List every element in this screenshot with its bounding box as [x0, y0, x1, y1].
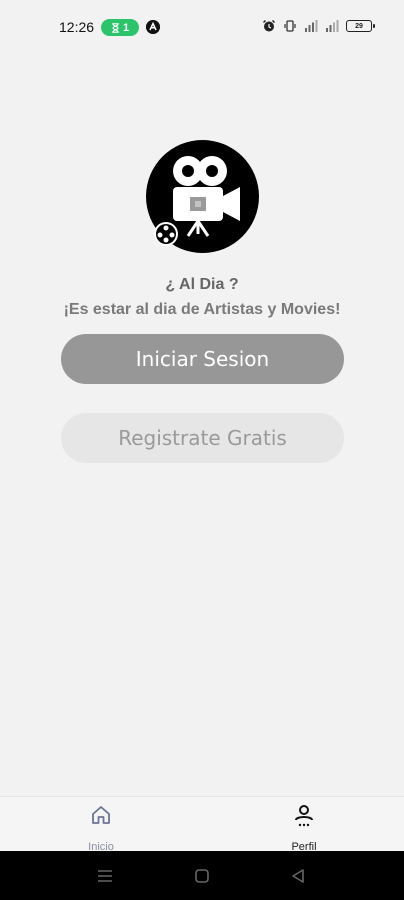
app-logo — [146, 140, 259, 253]
battery-level: 29 — [355, 22, 363, 30]
movie-camera-icon — [154, 156, 240, 246]
signal-icon-2 — [326, 20, 339, 32]
register-button[interactable]: Registrate Gratis — [61, 413, 344, 463]
login-button[interactable]: Iniciar Sesion — [61, 334, 344, 384]
nav-item-profile[interactable]: Perfil — [264, 803, 344, 853]
status-bar: 12:26 1 29 — [0, 0, 404, 56]
app-screen: 12:26 1 29 ¿ Al Dia ? ¡Es estar al dia d… — [0, 0, 404, 900]
system-nav-bar — [0, 851, 404, 900]
vibrate-icon — [284, 20, 296, 32]
home-square-icon[interactable] — [193, 867, 211, 885]
back-triangle-icon[interactable] — [289, 867, 307, 885]
status-time: 12:26 — [59, 19, 95, 35]
tagline-title: ¿ Al Dia ? — [165, 276, 239, 293]
alarm-icon — [262, 19, 276, 32]
hourglass-icon — [112, 22, 119, 33]
nav-item-home[interactable]: Inicio — [61, 803, 141, 853]
signal-icon — [305, 20, 318, 32]
status-pill: 1 — [101, 19, 139, 36]
profile-icon — [295, 805, 313, 827]
tagline-subtitle: ¡Es estar al dia de Artistas y Movies! — [63, 301, 341, 318]
menu-icon[interactable] — [96, 867, 114, 885]
home-icon — [92, 806, 110, 824]
status-right-icons: 29 — [262, 19, 375, 33]
status-pill-count: 1 — [122, 21, 130, 34]
app-notification-icon — [146, 20, 160, 34]
battery-icon: 29 — [346, 20, 375, 32]
bottom-nav: Inicio Perfil — [0, 796, 404, 853]
